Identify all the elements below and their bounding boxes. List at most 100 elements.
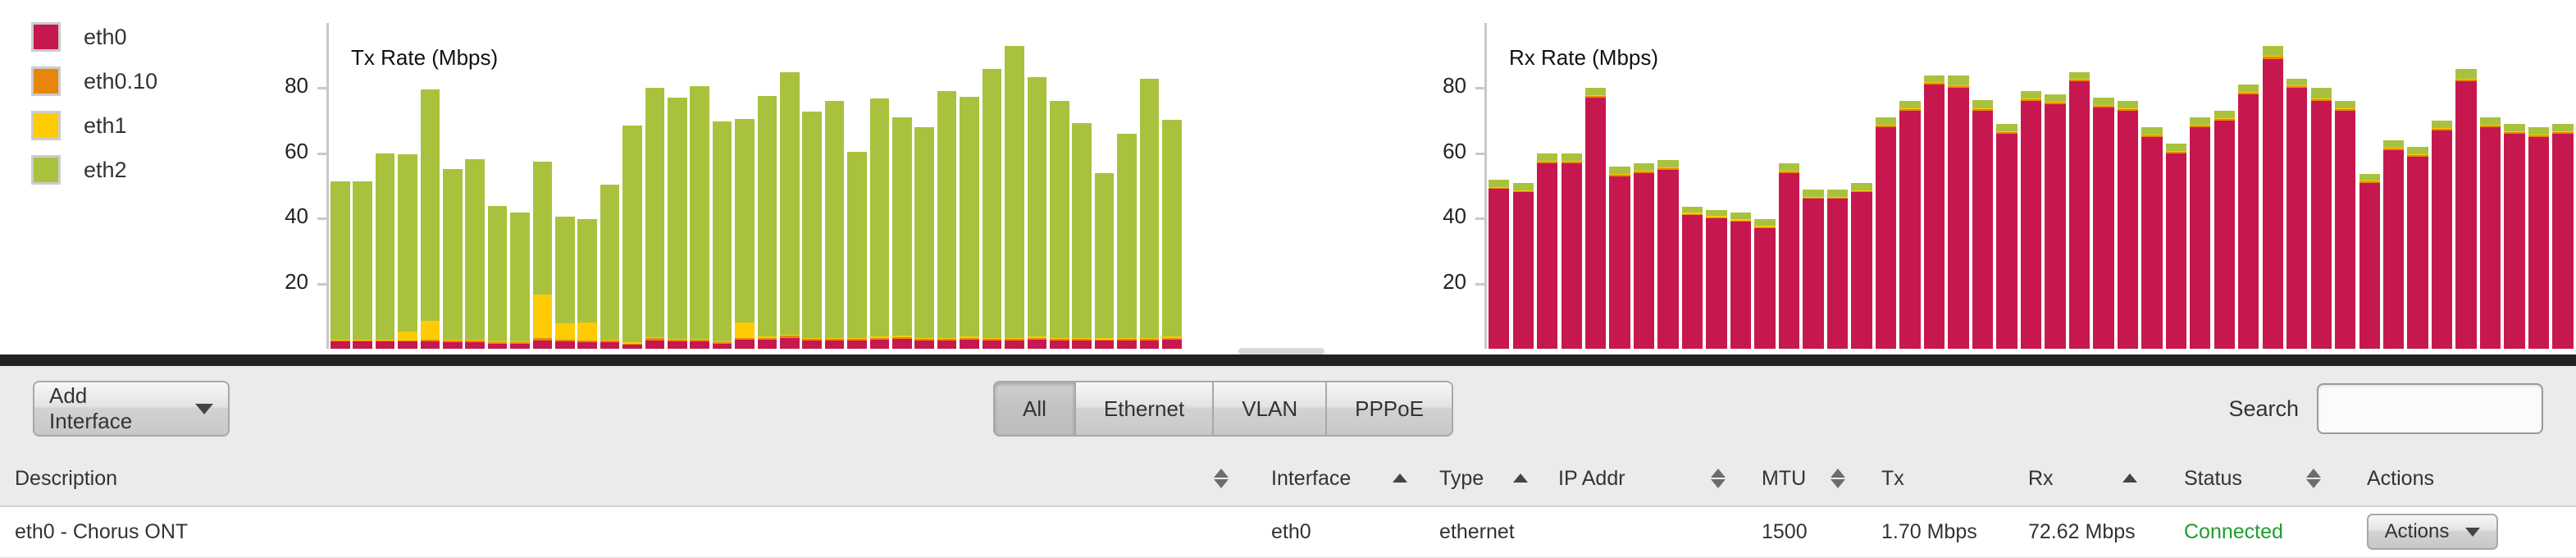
legend-item[interactable]: eth0 xyxy=(31,15,277,59)
chart-bar[interactable] xyxy=(1898,23,1922,349)
chart-bar[interactable] xyxy=(351,23,373,349)
chart-bar[interactable] xyxy=(1753,23,1776,349)
row-actions-button[interactable]: Actions xyxy=(2367,514,2498,550)
chart-bar[interactable] xyxy=(2213,23,2236,349)
chart-bar[interactable] xyxy=(1971,23,1995,349)
chart-bar[interactable] xyxy=(981,23,1003,349)
chart-bar[interactable] xyxy=(846,23,868,349)
sort-description-icon[interactable] xyxy=(1214,451,1229,505)
chart-bar[interactable] xyxy=(2357,23,2381,349)
chart-bar[interactable] xyxy=(2116,23,2140,349)
filter-button-pppoe[interactable]: PPPoE xyxy=(1325,381,1453,437)
chart-bar[interactable] xyxy=(1026,23,1048,349)
table-header-description[interactable]: Description xyxy=(15,451,117,505)
chart-bar[interactable] xyxy=(1729,23,1753,349)
table-header-tx[interactable]: Tx xyxy=(1881,451,1904,505)
chart-bar[interactable] xyxy=(2527,23,2551,349)
sort-status-icon[interactable] xyxy=(2306,451,2321,505)
chart-bar[interactable] xyxy=(958,23,980,349)
chart-bar[interactable] xyxy=(823,23,846,349)
chart-bar[interactable] xyxy=(2043,23,2067,349)
chart-bar[interactable] xyxy=(1777,23,1801,349)
chart-bar[interactable] xyxy=(711,23,733,349)
chart-bar[interactable] xyxy=(554,23,576,349)
chart-bar[interactable] xyxy=(1849,23,1873,349)
chart-bar[interactable] xyxy=(419,23,441,349)
table-header-type[interactable]: Type xyxy=(1439,451,1484,505)
chart-bar[interactable] xyxy=(486,23,508,349)
chart-bar[interactable] xyxy=(2333,23,2357,349)
chart-bar[interactable] xyxy=(2309,23,2332,349)
chart-bar[interactable] xyxy=(2430,23,2454,349)
chart-bar[interactable] xyxy=(2502,23,2526,349)
chart-bar[interactable] xyxy=(374,23,396,349)
sort-rx-icon[interactable] xyxy=(2122,451,2137,505)
chart-bar[interactable] xyxy=(2551,23,2574,349)
chart-bar[interactable] xyxy=(531,23,554,349)
chart-bar[interactable] xyxy=(508,23,531,349)
chart-bar[interactable] xyxy=(1656,23,1680,349)
chart-bar[interactable] xyxy=(2478,23,2502,349)
chart-bar[interactable] xyxy=(1922,23,1946,349)
table-header-ip-addr[interactable]: IP Addr xyxy=(1558,451,1625,505)
chart-bar[interactable] xyxy=(2285,23,2309,349)
chart-bar[interactable] xyxy=(576,23,598,349)
add-interface-button[interactable]: Add Interface xyxy=(33,381,230,437)
chart-bar[interactable] xyxy=(869,23,891,349)
chart-bar[interactable] xyxy=(666,23,688,349)
table-header-rx[interactable]: Rx xyxy=(2028,451,2054,505)
chart-bar[interactable] xyxy=(1511,23,1534,349)
chart-bar[interactable] xyxy=(2164,23,2188,349)
chart-bar[interactable] xyxy=(2188,23,2212,349)
chart-bar[interactable] xyxy=(1160,23,1183,349)
table-row[interactable]: eth0 - Chorus ONT eth0 ethernet 1500 1.70 Mb… xyxy=(0,507,2576,558)
chart-bar[interactable] xyxy=(2091,23,2115,349)
chart-bar[interactable] xyxy=(914,23,936,349)
table-header-actions[interactable]: Actions xyxy=(2367,451,2434,505)
filter-button-all[interactable]: All xyxy=(993,381,1074,437)
chart-bar[interactable] xyxy=(1584,23,1607,349)
chart-bar[interactable] xyxy=(2261,23,2285,349)
table-header-interface[interactable]: Interface xyxy=(1271,451,1351,505)
filter-button-vlan[interactable]: VLAN xyxy=(1212,381,1326,437)
chart-bar[interactable] xyxy=(621,23,643,349)
chart-bar[interactable] xyxy=(2068,23,2091,349)
chart-bar[interactable] xyxy=(1826,23,1849,349)
chart-bar[interactable] xyxy=(1115,23,1138,349)
chart-bar[interactable] xyxy=(1874,23,1898,349)
chart-bar[interactable] xyxy=(2405,23,2429,349)
chart-bar[interactable] xyxy=(2236,23,2260,349)
chart-bar[interactable] xyxy=(891,23,913,349)
chart-bar[interactable] xyxy=(1946,23,1970,349)
chart-bar[interactable] xyxy=(2382,23,2405,349)
search-input[interactable] xyxy=(2317,383,2543,434)
chart-bar[interactable] xyxy=(2019,23,2043,349)
chart-bar[interactable] xyxy=(801,23,823,349)
chart-bar[interactable] xyxy=(1070,23,1092,349)
chart-scroll-hint[interactable] xyxy=(1238,348,1324,354)
chart-bar[interactable] xyxy=(1607,23,1631,349)
chart-bar[interactable] xyxy=(2454,23,2478,349)
chart-bar[interactable] xyxy=(463,23,486,349)
chart-bar[interactable] xyxy=(1138,23,1160,349)
sort-mtu-icon[interactable] xyxy=(1831,451,1845,505)
filter-button-ethernet[interactable]: Ethernet xyxy=(1074,381,1213,437)
table-header-mtu[interactable]: MTU xyxy=(1762,451,1806,505)
chart-bar[interactable] xyxy=(1801,23,1825,349)
chart-bar[interactable] xyxy=(778,23,800,349)
chart-bar[interactable] xyxy=(1680,23,1704,349)
chart-bar[interactable] xyxy=(396,23,418,349)
chart-bar[interactable] xyxy=(1003,23,1025,349)
chart-bar[interactable] xyxy=(1632,23,1656,349)
chart-bar[interactable] xyxy=(756,23,778,349)
chart-bar[interactable] xyxy=(1535,23,1559,349)
chart-bar[interactable] xyxy=(1559,23,1583,349)
sort-ip-addr-icon[interactable] xyxy=(1711,451,1726,505)
sort-type-icon[interactable] xyxy=(1513,451,1528,505)
chart-bar[interactable] xyxy=(1048,23,1070,349)
chart-bar[interactable] xyxy=(1704,23,1728,349)
table-header-status[interactable]: Status xyxy=(2184,451,2242,505)
chart-bar[interactable] xyxy=(733,23,755,349)
chart-bar[interactable] xyxy=(1487,23,1511,349)
sort-interface-icon[interactable] xyxy=(1393,451,1407,505)
